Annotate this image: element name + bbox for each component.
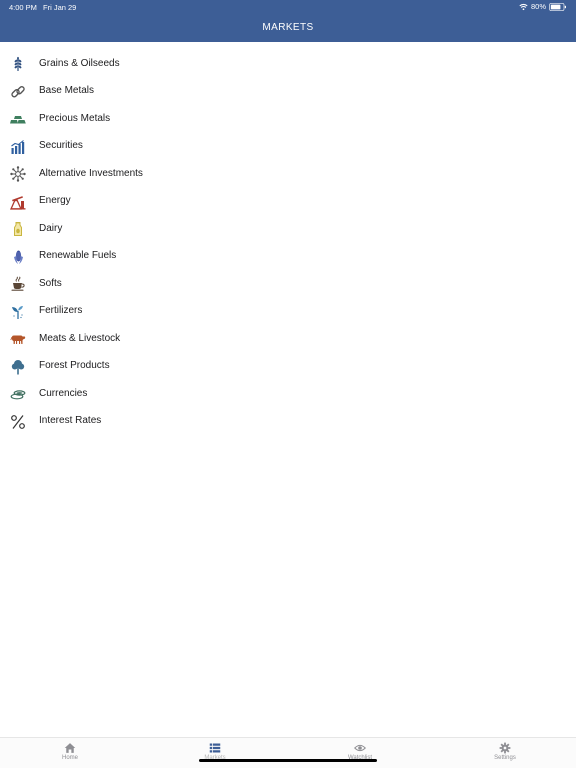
coins-icon xyxy=(10,386,26,402)
wifi-icon xyxy=(519,3,528,10)
bar-chart-icon xyxy=(10,139,26,155)
market-label: Meats & Livestock xyxy=(39,332,121,344)
corn-icon xyxy=(10,249,26,265)
tab-home[interactable]: Home xyxy=(40,741,100,761)
market-item-renewable-fuels[interactable]: Renewable Fuels xyxy=(0,243,576,271)
market-label: Fertilizers xyxy=(39,305,83,316)
market-item-securities[interactable]: Securities xyxy=(0,133,576,161)
market-label: Currencies xyxy=(39,387,88,399)
tab-settings[interactable]: Settings xyxy=(475,741,535,761)
cow-icon xyxy=(10,331,26,347)
market-label: Interest Rates xyxy=(39,415,102,426)
market-label: Alternative Investments xyxy=(39,167,143,179)
navigation-header: 4:00 PM Fri Jan 29 80% MARKETS xyxy=(0,0,576,42)
tab-label: Settings xyxy=(494,755,516,761)
oil-pump-icon xyxy=(10,194,26,210)
status-indicators: 80% xyxy=(519,2,567,11)
market-label: Grains & Oilseeds xyxy=(39,57,120,69)
tab-bar: Home Markets Watchlist Settings xyxy=(0,737,576,768)
home-icon xyxy=(64,743,76,753)
market-item-fertilizers[interactable]: Fertilizers xyxy=(0,298,576,326)
status-date: Fri Jan 29 xyxy=(43,3,77,12)
coffee-cup-icon xyxy=(10,276,26,292)
tab-markets[interactable]: Markets xyxy=(185,741,245,761)
list-icon xyxy=(209,743,221,753)
chain-link-icon xyxy=(10,84,26,100)
market-label: Base Metals xyxy=(39,85,95,96)
percent-icon xyxy=(10,414,26,430)
market-item-grains-oilseeds[interactable]: Grains & Oilseeds xyxy=(0,50,576,78)
market-item-interest-rates[interactable]: Interest Rates xyxy=(0,408,576,436)
market-label: Precious Metals xyxy=(39,112,111,124)
market-label: Dairy xyxy=(39,222,63,234)
market-item-base-metals[interactable]: Base Metals xyxy=(0,78,576,106)
wheat-icon xyxy=(10,56,26,72)
gold-bars-icon xyxy=(10,111,26,127)
eye-icon xyxy=(354,744,366,752)
market-item-alternative-investments[interactable]: Alternative Investments xyxy=(0,160,576,188)
tree-icon xyxy=(10,359,26,375)
battery-percent: 80% xyxy=(530,2,546,11)
battery-icon xyxy=(549,2,566,11)
page-title: MARKETS xyxy=(262,22,314,33)
home-indicator[interactable] xyxy=(199,759,377,762)
market-item-dairy[interactable]: Dairy xyxy=(0,215,576,243)
market-label: Securities xyxy=(39,140,83,151)
gear-icon xyxy=(499,742,511,754)
tab-watchlist[interactable]: Watchlist xyxy=(330,741,390,761)
market-item-softs[interactable]: Softs xyxy=(0,270,576,298)
market-item-precious-metals[interactable]: Precious Metals xyxy=(0,105,576,133)
market-item-forest-products[interactable]: Forest Products xyxy=(0,353,576,381)
market-item-meats-livestock[interactable]: Meats & Livestock xyxy=(0,325,576,353)
tab-label: Home xyxy=(61,755,78,761)
status-time: 4:00 PM xyxy=(9,3,37,12)
network-icon xyxy=(10,166,26,182)
market-list: Grains & Oilseeds Base Metals Precious M… xyxy=(0,50,576,435)
sprout-icon xyxy=(10,304,26,320)
market-label: Softs xyxy=(39,277,62,289)
market-item-energy[interactable]: Energy xyxy=(0,188,576,216)
market-label: Energy xyxy=(39,195,71,206)
milk-bottle-icon xyxy=(10,221,26,237)
status-bar: 4:00 PM Fri Jan 29 80% xyxy=(0,0,576,14)
market-item-currencies[interactable]: Currencies xyxy=(0,380,576,408)
market-label: Forest Products xyxy=(39,360,110,371)
market-label: Renewable Fuels xyxy=(39,250,117,261)
